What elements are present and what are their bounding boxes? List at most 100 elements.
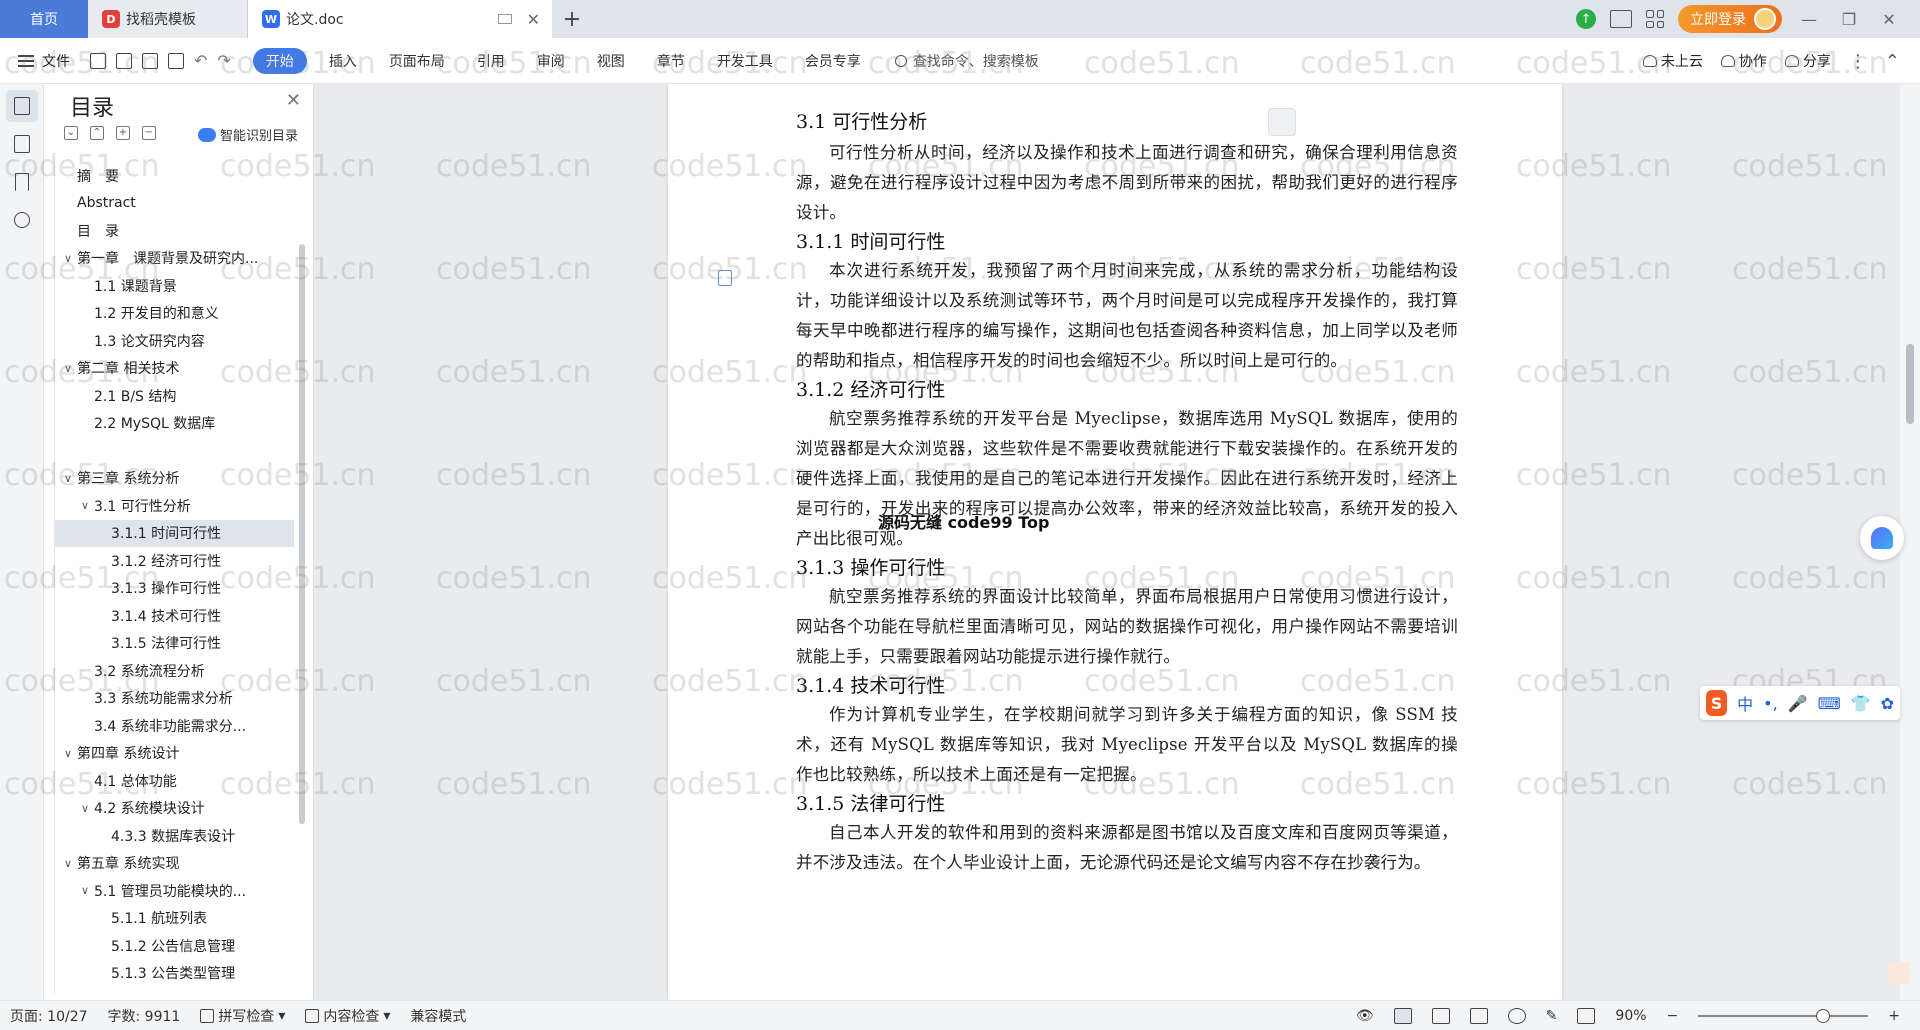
ime-toolbar[interactable]: S 中 •, 🎤 ⌨ 👕 ✿ xyxy=(1700,686,1900,720)
undo-icon[interactable]: ↶ xyxy=(194,51,207,70)
chevron-down-icon[interactable]: ∨ xyxy=(76,499,94,512)
new-tab-button[interactable]: + xyxy=(552,0,592,38)
toc-item[interactable]: 5.1.3 公告类型管理 xyxy=(55,960,294,988)
smart-toc-button[interactable]: 智能识别目录 xyxy=(198,125,298,144)
toc-item[interactable]: 目 录 xyxy=(55,217,294,245)
expand-all-icon[interactable]: ⌄ xyxy=(64,126,78,140)
ime-mode-label[interactable]: 中 xyxy=(1737,691,1753,715)
close-button[interactable]: ✕ xyxy=(1876,10,1902,29)
fit-page-icon[interactable] xyxy=(1577,1008,1596,1024)
mic-icon[interactable]: 🎤 xyxy=(1788,694,1808,713)
rail-toc-button[interactable] xyxy=(6,90,38,122)
scroll-thumb[interactable] xyxy=(1906,344,1914,424)
toc-item[interactable]: 3.1.5 法律可行性 xyxy=(55,630,294,658)
tab-insert[interactable]: 插入 xyxy=(313,38,373,84)
toc-item[interactable]: ∨ 第二章 相关技术 xyxy=(55,355,294,383)
tab-review[interactable]: 审阅 xyxy=(521,38,581,84)
collab-button[interactable]: 协作 xyxy=(1720,51,1767,71)
toc-item[interactable]: 3.4 系统非功能需求分... xyxy=(55,712,294,740)
layout-icon[interactable] xyxy=(1610,10,1632,28)
rail-bookmark-button[interactable] xyxy=(6,166,38,198)
chevron-down-icon[interactable]: ∨ xyxy=(59,252,77,265)
tab-page-layout[interactable]: 页面布局 xyxy=(373,38,461,84)
word-count[interactable]: 字数: 9911 xyxy=(98,1006,191,1026)
tab-document[interactable]: W 论文.doc ✕ xyxy=(248,0,552,38)
paragraph-icon[interactable] xyxy=(718,270,732,286)
outline-view-icon[interactable] xyxy=(1431,1008,1450,1024)
toc-item[interactable]: 3.1.2 经济可行性 xyxy=(55,547,294,575)
apps-grid-icon[interactable] xyxy=(1646,10,1664,28)
eye-protect-icon[interactable]: 👁 xyxy=(1356,1008,1374,1024)
toc-scrollbar[interactable] xyxy=(299,244,305,824)
preview-icon[interactable] xyxy=(168,52,184,69)
command-search[interactable]: 查找命令、搜索模板 xyxy=(894,51,1039,71)
toc-item[interactable]: 3.1.4 技术可行性 xyxy=(55,602,294,630)
redo-icon[interactable]: ↷ xyxy=(217,51,230,70)
toc-item[interactable]: 2.1 B/S 结构 xyxy=(55,382,294,410)
punctuation-icon[interactable]: •, xyxy=(1763,694,1778,713)
login-button[interactable]: 立即登录 xyxy=(1678,5,1782,33)
document-page[interactable]: 3.1 可行性分析 可行性分析从时间，经济以及操作和技术上面进行调查和研究，确保… xyxy=(668,84,1562,1000)
minimize-button[interactable]: — xyxy=(1796,10,1822,29)
toc-item[interactable]: 1.1 课题背景 xyxy=(55,272,294,300)
side-flag-icon[interactable] xyxy=(1888,962,1910,984)
toc-item[interactable]: Abstract xyxy=(55,190,294,218)
toc-item[interactable]: ∨ 3.1 可行性分析 xyxy=(55,492,294,520)
toc-item[interactable]: 1.3 论文研究内容 xyxy=(55,327,294,355)
toc-item[interactable]: 3.1.1 时间可行性 xyxy=(55,519,294,547)
print-icon[interactable] xyxy=(142,52,158,69)
upload-icon[interactable]: ↑ xyxy=(1576,9,1596,29)
chevron-down-icon[interactable]: ∨ xyxy=(59,857,77,870)
toc-item[interactable]: 2.2 MySQL 数据库 xyxy=(55,410,294,438)
toc-item[interactable]: ∨ 第三章 系统分析 xyxy=(55,465,294,493)
toc-close-icon[interactable]: ✕ xyxy=(286,90,301,111)
chevron-down-icon[interactable]: ∨ xyxy=(76,802,94,815)
export-icon[interactable] xyxy=(116,52,132,69)
cloud-button[interactable]: 未上云 xyxy=(1642,51,1703,71)
toc-item[interactable]: 5.1.2 公告信息管理 xyxy=(55,932,294,960)
toc-item[interactable]: ∨ 第一章 课题背景及研究内... xyxy=(55,245,294,273)
toc-item[interactable]: ∨ 4.2 系统模块设计 xyxy=(55,795,294,823)
toc-item[interactable]: 5.1.1 航班列表 xyxy=(55,905,294,933)
rail-find-button[interactable] xyxy=(6,204,38,236)
skin-icon[interactable]: 👕 xyxy=(1851,694,1871,713)
zoom-knob[interactable] xyxy=(1816,1009,1831,1023)
zoom-slider[interactable] xyxy=(1698,1009,1869,1023)
restore-button[interactable]: ❐ xyxy=(1836,10,1862,29)
toc-item[interactable]: 摘 要 xyxy=(55,162,294,190)
toc-item[interactable]: 3.3 系统功能需求分析 xyxy=(55,685,294,713)
tab-start[interactable]: 开始 xyxy=(252,47,307,74)
window-pin-icon[interactable] xyxy=(498,14,512,24)
chevron-down-icon[interactable]: ∨ xyxy=(59,472,77,485)
file-menu[interactable]: 文件 xyxy=(0,51,70,71)
toc-item[interactable]: 4.3.3 数据库表设计 xyxy=(55,822,294,850)
page-indicator[interactable]: 页面: 10/27 xyxy=(0,1006,98,1026)
rail-nav-button[interactable] xyxy=(6,128,38,160)
tab-developer[interactable]: 开发工具 xyxy=(701,38,789,84)
toc-item[interactable]: 3.2 系统流程分析 xyxy=(55,657,294,685)
share-button[interactable]: 分享 xyxy=(1784,51,1831,71)
chevron-down-icon[interactable]: ∨ xyxy=(59,747,77,760)
save-icon[interactable] xyxy=(90,52,106,69)
toc-item[interactable]: ∨ 第四章 系统设计 xyxy=(55,740,294,768)
toc-item[interactable]: 3.1.3 操作可行性 xyxy=(55,575,294,603)
zoom-level[interactable]: 90% xyxy=(1615,1008,1646,1024)
content-check[interactable]: 内容检查 ▾ xyxy=(295,1006,400,1026)
spell-check[interactable]: 拼写检查 ▾ xyxy=(190,1006,295,1026)
collapse-ribbon-icon[interactable]: ⌃ xyxy=(1885,51,1900,72)
zoom-in-button[interactable]: + xyxy=(1888,1008,1900,1024)
chevron-down-icon[interactable]: ∨ xyxy=(59,362,77,375)
page-view-icon[interactable] xyxy=(1393,1008,1412,1024)
apps-icon[interactable]: ✿ xyxy=(1881,694,1894,713)
tab-chapter[interactable]: 章节 xyxy=(641,38,701,84)
tab-close-icon[interactable]: ✕ xyxy=(527,10,540,29)
remove-heading-icon[interactable]: − xyxy=(142,126,156,140)
web-view-icon[interactable] xyxy=(1507,1008,1526,1024)
toc-item[interactable]: 4.1 总体功能 xyxy=(55,767,294,795)
read-view-icon[interactable] xyxy=(1469,1008,1488,1024)
chevron-down-icon[interactable]: ∨ xyxy=(76,884,94,897)
toc-item[interactable]: ∨ 5.1 管理员功能模块的... xyxy=(55,877,294,905)
tab-member[interactable]: 会员专享 xyxy=(789,38,877,84)
zoom-out-button[interactable]: − xyxy=(1667,1008,1679,1024)
keyboard-icon[interactable]: ⌨ xyxy=(1818,694,1841,713)
